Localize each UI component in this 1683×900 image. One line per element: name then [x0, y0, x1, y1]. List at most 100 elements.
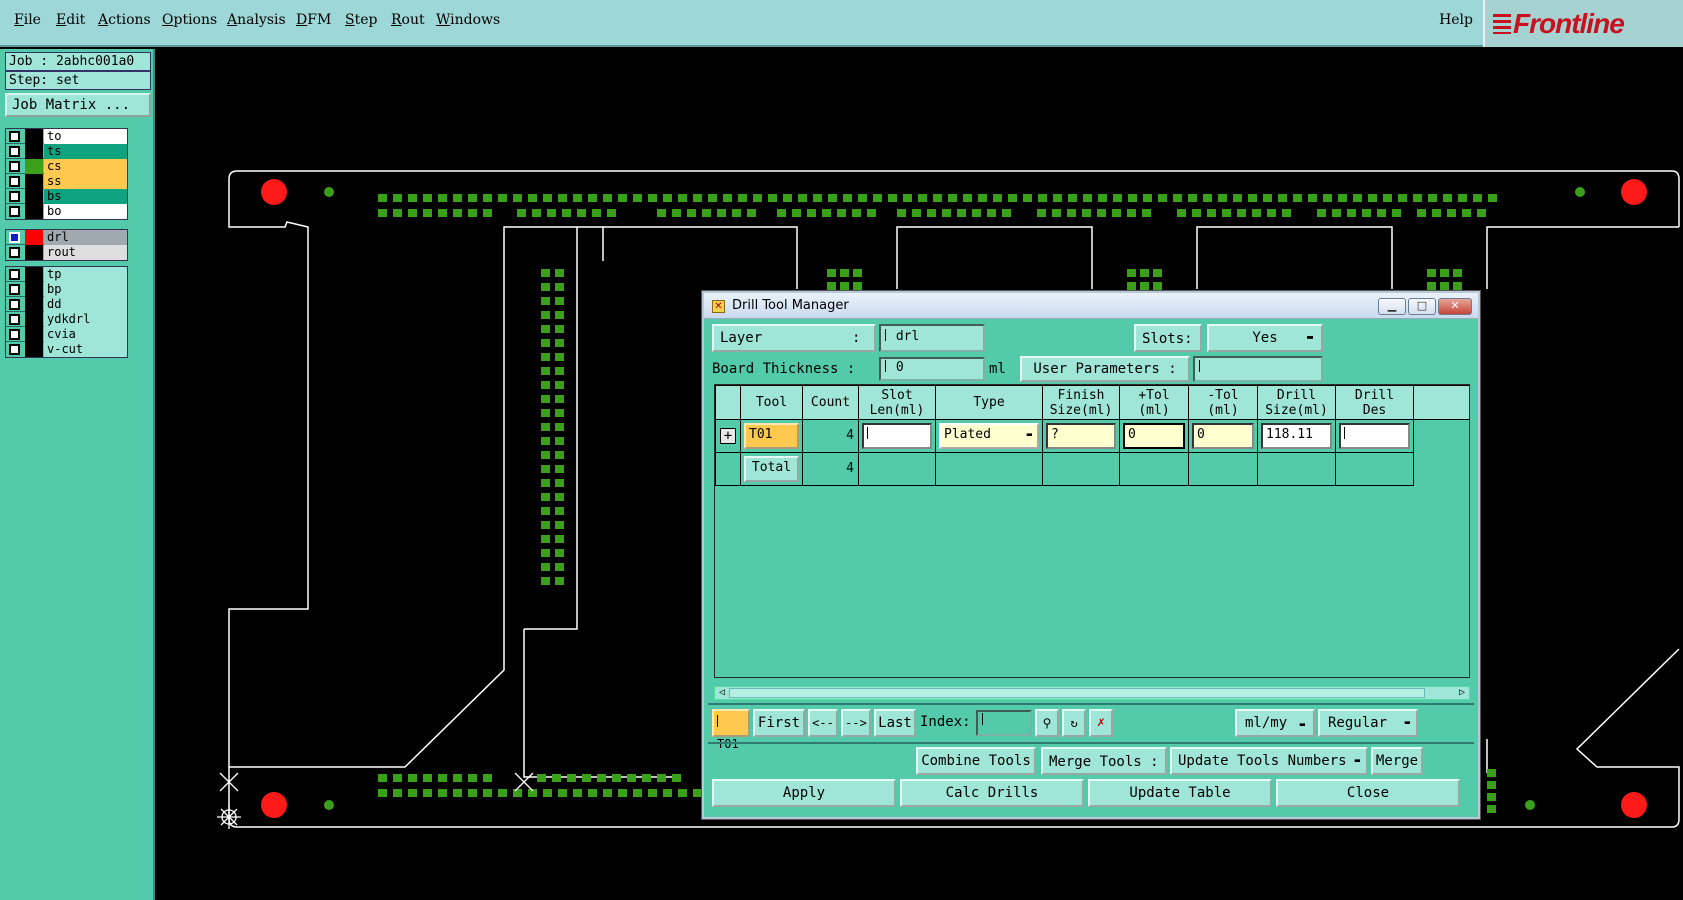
finish-size-cell[interactable]: ? [1042, 419, 1120, 453]
layer-checkbox[interactable] [9, 232, 20, 243]
mode-dropdown[interactable]: Regular ▬ [1318, 709, 1418, 737]
table-horizontal-scrollbar[interactable]: ◁ ▷ [714, 686, 1470, 700]
layer-checkbox[interactable] [9, 191, 20, 202]
layer-checkbox[interactable] [9, 176, 20, 187]
layer-name[interactable]: bo [44, 204, 127, 219]
menu-windows[interactable]: Windows [436, 12, 500, 32]
layer-name[interactable]: v-cut [44, 342, 127, 357]
slot-len-input[interactable] [862, 423, 932, 449]
menu-dfm[interactable]: DFM [296, 12, 331, 32]
merge-option-dropdown[interactable]: Update Tools Numbers ▬ [1170, 747, 1368, 775]
menu-options[interactable]: Options [162, 12, 217, 32]
index-field[interactable] [976, 710, 1032, 736]
layer-row-ss[interactable]: ss [6, 174, 127, 189]
row-select-cell[interactable]: + [715, 419, 741, 453]
menu-help[interactable]: Help [1439, 12, 1473, 28]
layer-checkbox[interactable] [9, 284, 20, 295]
menu-step[interactable]: Step [345, 12, 377, 32]
layer-name[interactable]: drl [44, 230, 127, 245]
type-dropdown[interactable]: Plated ▬ [939, 423, 1039, 449]
layer-row-bo[interactable]: bo [6, 204, 127, 219]
drill-des-input[interactable] [1339, 423, 1410, 449]
layer-name[interactable]: dd [44, 297, 127, 312]
search-bulb-icon[interactable]: ⚲ [1035, 709, 1059, 737]
header-plus-tol[interactable]: +Tol (ml) [1119, 385, 1189, 420]
minimize-button[interactable]: ▁ [1378, 298, 1406, 315]
header-slot-len[interactable]: Slot Len(ml) [858, 385, 936, 420]
layer-field[interactable]: drl [879, 324, 985, 352]
layer-checkbox[interactable] [9, 247, 20, 258]
layer-row-rout[interactable]: rout [6, 245, 127, 260]
maximize-button[interactable]: □ [1408, 298, 1436, 315]
close-button[interactable]: Close [1276, 779, 1460, 807]
layer-checkbox[interactable] [9, 344, 20, 355]
layer-row-cs[interactable]: cs [6, 159, 127, 174]
delete-icon[interactable]: ✗ [1089, 709, 1113, 737]
layer-name[interactable]: cs [44, 159, 127, 174]
plus-tol-cell[interactable]: 0 [1119, 419, 1189, 453]
layer-button[interactable]: Layer : [712, 324, 876, 352]
tool-cell[interactable]: T01 [740, 419, 803, 453]
layer-checkbox[interactable] [9, 329, 20, 340]
board-thickness-field[interactable]: 0 [879, 357, 985, 381]
scroll-right-icon[interactable]: ▷ [1455, 687, 1469, 699]
type-cell[interactable]: Plated ▬ [935, 419, 1043, 453]
combine-tools-button[interactable]: Combine Tools [916, 747, 1036, 775]
slots-dropdown[interactable]: Yes ▬ [1207, 324, 1323, 352]
last-button[interactable]: Last [874, 709, 916, 737]
job-matrix-button[interactable]: Job Matrix ... [5, 93, 151, 117]
layer-row-tp[interactable]: tp [6, 267, 127, 282]
layer-checkbox[interactable] [9, 146, 20, 157]
minus-tol-cell[interactable]: 0 [1188, 419, 1258, 453]
header-count[interactable]: Count [802, 385, 859, 420]
layer-row-dd[interactable]: dd [6, 297, 127, 312]
layer-checkbox[interactable] [9, 314, 20, 325]
header-finish-size[interactable]: Finish Size(ml) [1042, 385, 1120, 420]
header-drill-size[interactable]: Drill Size(ml) [1257, 385, 1336, 420]
layer-row-cvia[interactable]: cvia [6, 327, 127, 342]
header-tool[interactable]: Tool [740, 385, 803, 420]
menu-rout[interactable]: Rout [391, 12, 425, 32]
menu-actions[interactable]: Actions [98, 12, 151, 32]
prev-button[interactable]: <-- [808, 709, 838, 737]
header-type[interactable]: Type [935, 385, 1043, 420]
layer-row-ts[interactable]: ts [6, 144, 127, 159]
drill-size-input[interactable]: 118.11 [1261, 423, 1332, 449]
finish-size-input[interactable]: ? [1046, 423, 1116, 449]
layer-name[interactable]: tp [44, 267, 127, 282]
menu-file[interactable]: File [14, 12, 41, 32]
update-table-button[interactable]: Update Table [1088, 779, 1272, 807]
first-button[interactable]: First [753, 709, 805, 737]
scroll-left-icon[interactable]: ◁ [715, 687, 729, 699]
layer-row-to[interactable]: to [6, 129, 127, 144]
dialog-titlebar[interactable]: ✕ Drill Tool Manager ▁ □ ✕ [704, 293, 1478, 319]
layer-checkbox[interactable] [9, 206, 20, 217]
layer-name[interactable]: ts [44, 144, 127, 159]
layer-row-bs[interactable]: bs [6, 189, 127, 204]
merge-button[interactable]: Merge [1371, 747, 1423, 775]
drill-des-cell[interactable] [1335, 419, 1414, 453]
slot-len-cell[interactable] [858, 419, 936, 453]
scrollbar-thumb[interactable] [729, 688, 1425, 698]
plus-tol-input[interactable]: 0 [1123, 423, 1185, 449]
layer-checkbox[interactable] [9, 299, 20, 310]
layer-row-drl[interactable]: drl [6, 230, 127, 245]
next-button[interactable]: --> [841, 709, 871, 737]
total-cell[interactable]: Total [740, 452, 803, 486]
layer-name[interactable]: to [44, 129, 127, 144]
header-minus-tol[interactable]: -Tol (ml) [1188, 385, 1258, 420]
apply-button[interactable]: Apply [712, 779, 896, 807]
layer-row-bp[interactable]: bp [6, 282, 127, 297]
menu-analysis[interactable]: Analysis [227, 12, 286, 32]
drill-size-cell[interactable]: 118.11 [1257, 419, 1336, 453]
close-window-button[interactable]: ✕ [1438, 298, 1472, 315]
refresh-icon[interactable]: ↻ [1062, 709, 1086, 737]
layer-checkbox[interactable] [9, 161, 20, 172]
user-parameters-button[interactable]: User Parameters : [1020, 356, 1190, 382]
layer-row-v-cut[interactable]: v-cut [6, 342, 127, 357]
menu-edit[interactable]: Edit [56, 12, 85, 32]
row-expand-icon[interactable]: + [720, 428, 736, 444]
layer-name[interactable]: cvia [44, 327, 127, 342]
layer-checkbox[interactable] [9, 269, 20, 280]
layer-name[interactable]: bp [44, 282, 127, 297]
